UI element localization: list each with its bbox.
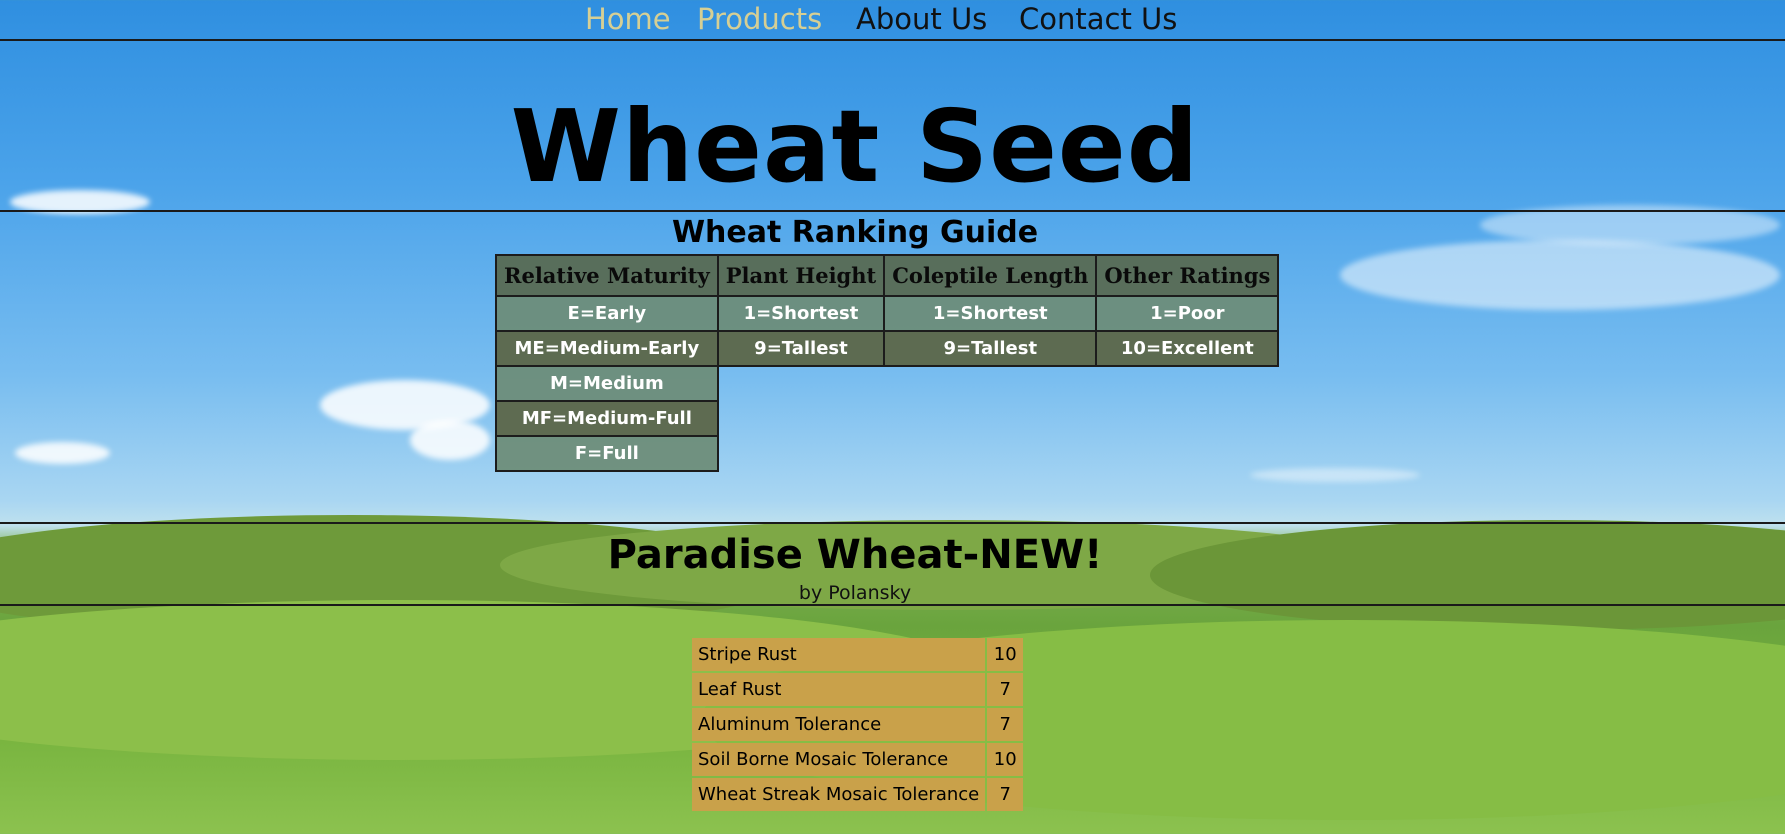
divider-line — [0, 210, 1785, 212]
rating-name: Soil Borne Mosaic Tolerance — [692, 743, 986, 776]
table-row: F=Full — [495, 435, 1279, 472]
rating-name: Stripe Rust — [692, 638, 986, 671]
table-cell: 10=Excellent — [1095, 330, 1280, 367]
nav-home-link[interactable]: Home — [585, 2, 671, 36]
product-title: Paradise Wheat-NEW! — [607, 532, 1103, 578]
rating-value: 7 — [987, 778, 1024, 811]
divider-line — [0, 522, 1785, 524]
empty-cell — [718, 436, 1279, 471]
nav-contact-link[interactable]: Contact Us — [1019, 2, 1177, 36]
table-header-row: Relative Maturity Plant Height Coleptile… — [495, 254, 1280, 297]
table-row: E=Early 1=Shortest 1=Shortest 1=Poor — [495, 295, 1280, 332]
table-row: Leaf Rust 7 — [692, 673, 1024, 706]
divider-line — [0, 604, 1785, 606]
table-row: Aluminum Tolerance 7 — [692, 708, 1024, 741]
divider-line — [0, 39, 1785, 41]
table-row: Wheat Streak Mosaic Tolerance 7 — [692, 778, 1024, 811]
rating-name: Wheat Streak Mosaic Tolerance — [692, 778, 986, 811]
nav-products-link[interactable]: Products — [697, 2, 822, 36]
column-header-plant-height: Plant Height — [716, 254, 886, 297]
table-cell: E=Early — [495, 295, 719, 332]
rating-name: Leaf Rust — [692, 673, 986, 706]
nav-about-link[interactable]: About Us — [856, 2, 987, 36]
table-cell: F=Full — [495, 435, 719, 472]
rating-value: 7 — [987, 673, 1024, 706]
page-title: Wheat Seed — [510, 88, 1200, 205]
top-nav: Home Products About Us Contact Us — [0, 0, 1785, 38]
table-row: M=Medium — [495, 365, 1279, 402]
table-row: Stripe Rust 10 — [692, 638, 1024, 671]
table-cell: 9=Tallest — [883, 330, 1098, 367]
table-cell: 1=Shortest — [716, 295, 886, 332]
rating-name: Aluminum Tolerance — [692, 708, 986, 741]
ranking-guide-table: Relative Maturity Plant Height Coleptile… — [495, 254, 1280, 472]
table-cell: 1=Shortest — [883, 295, 1098, 332]
table-cell: M=Medium — [495, 365, 719, 402]
empty-cell — [718, 401, 1279, 436]
rating-value: 7 — [987, 708, 1024, 741]
column-header-other-ratings: Other Ratings — [1095, 254, 1280, 297]
table-cell: 9=Tallest — [716, 330, 886, 367]
empty-cell — [718, 366, 1279, 401]
column-header-coleptile-length: Coleptile Length — [883, 254, 1098, 297]
column-header-maturity: Relative Maturity — [495, 254, 719, 297]
table-cell: ME=Medium-Early — [495, 330, 719, 367]
product-ratings-table: Stripe Rust 10 Leaf Rust 7 Aluminum Tole… — [690, 636, 1025, 813]
ranking-guide-title: Wheat Ranking Guide — [671, 215, 1039, 250]
table-row: MF=Medium-Full — [495, 400, 1279, 437]
product-author: by Polansky — [798, 582, 912, 604]
table-cell: MF=Medium-Full — [495, 400, 719, 437]
table-row: Soil Borne Mosaic Tolerance 10 — [692, 743, 1024, 776]
table-row: ME=Medium-Early 9=Tallest 9=Tallest 10=E… — [495, 330, 1280, 367]
table-cell: 1=Poor — [1095, 295, 1280, 332]
rating-value: 10 — [987, 743, 1024, 776]
rating-value: 10 — [987, 638, 1024, 671]
